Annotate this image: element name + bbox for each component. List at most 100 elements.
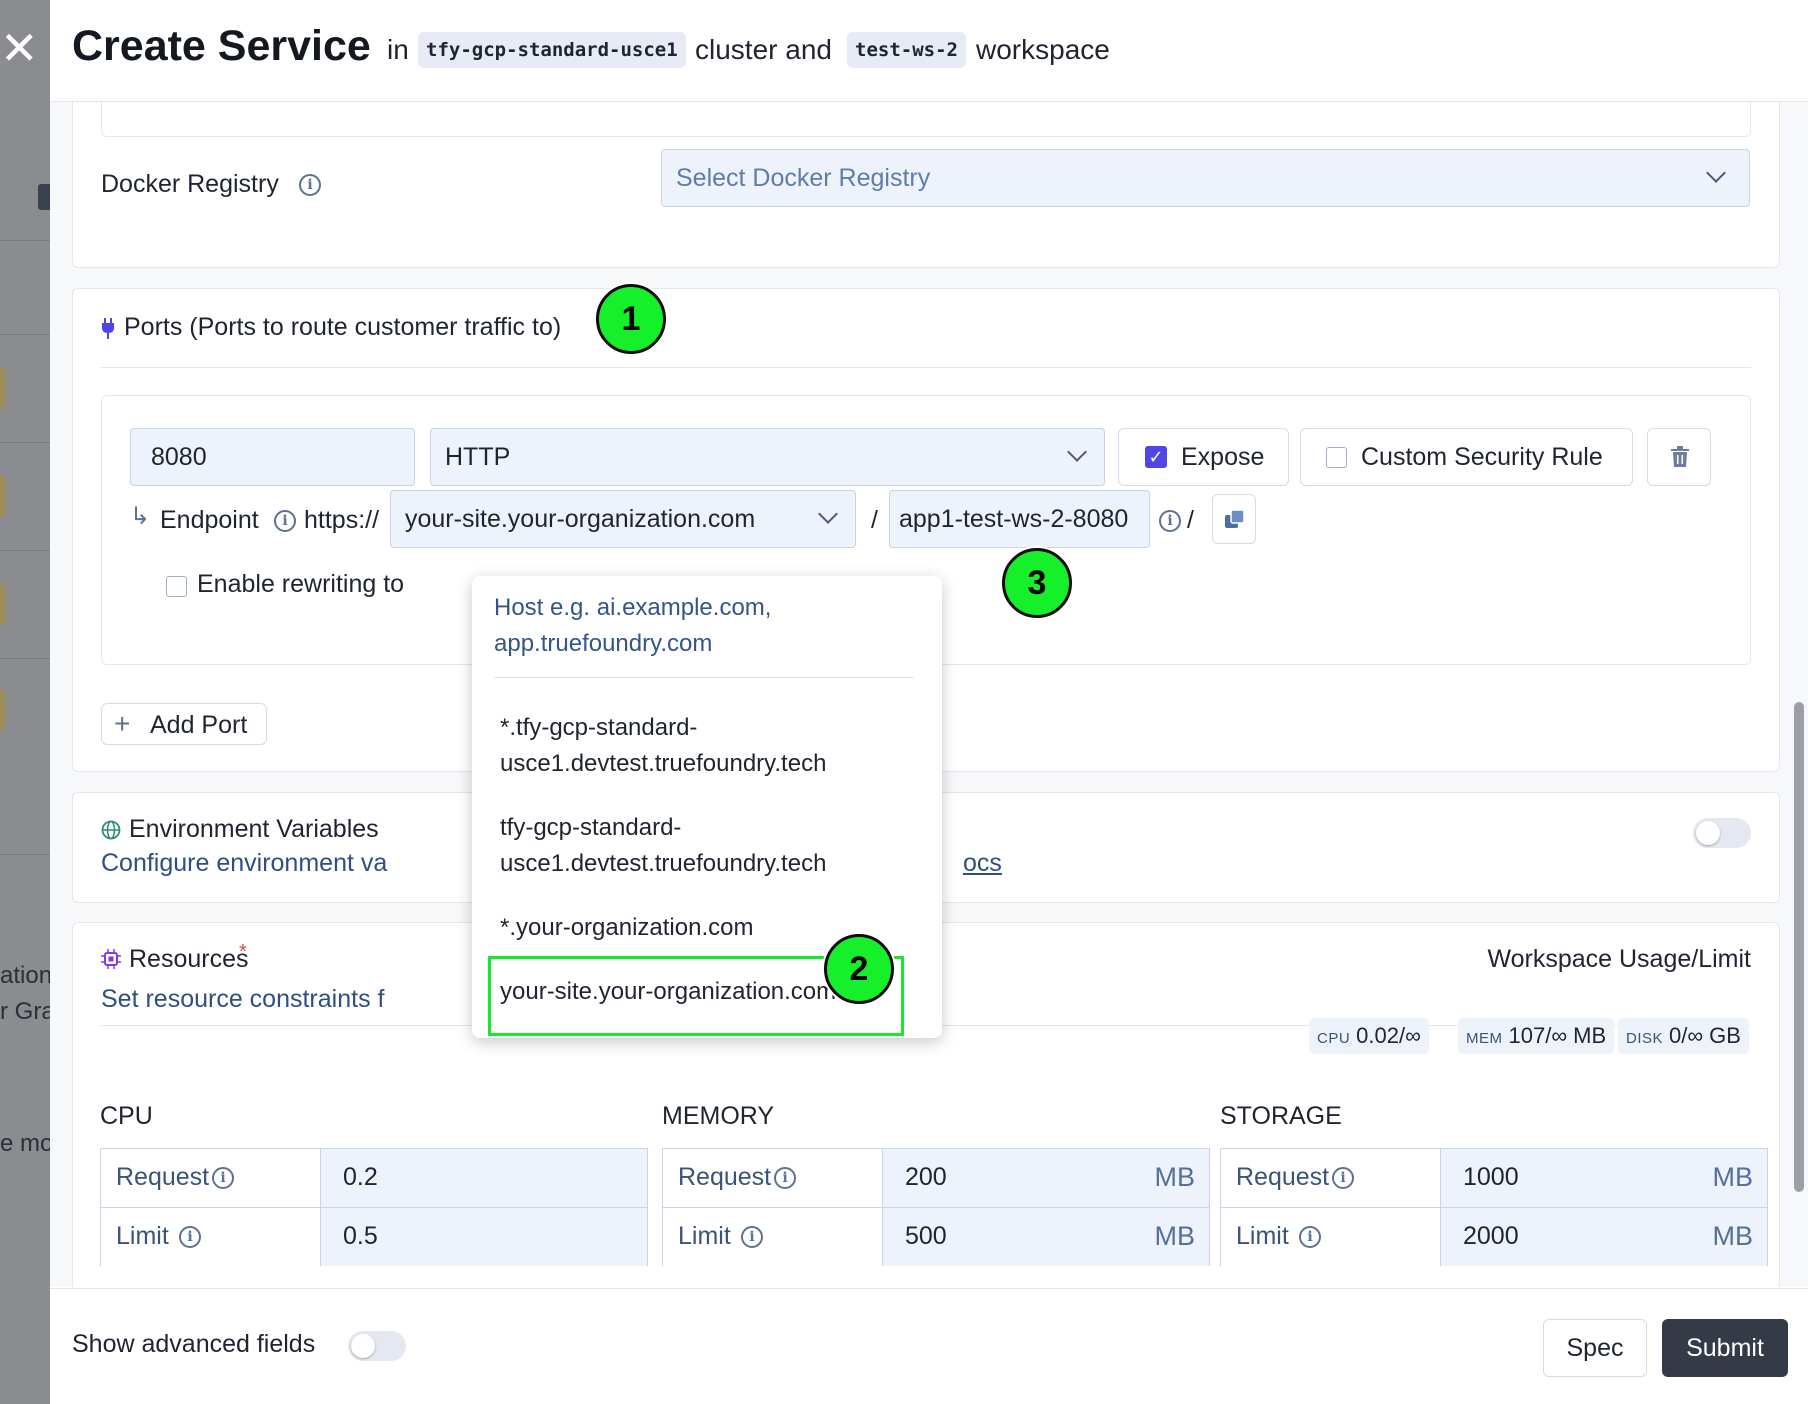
docker-registry-select[interactable]: Select Docker Registry [661, 149, 1750, 207]
memory-request-unit: MB [1154, 1162, 1196, 1192]
resources-description: Set resource constraints f [101, 985, 385, 1013]
copy-icon [1225, 509, 1245, 528]
host-option[interactable]: tfy-gcp-standard-usce1.devtest.truefound… [500, 810, 920, 882]
info-icon[interactable]: i [774, 1167, 796, 1189]
close-icon[interactable]: ✕ [0, 25, 39, 71]
info-icon[interactable]: i [299, 174, 321, 196]
protocol-value: HTTP [445, 443, 511, 471]
protocol-select[interactable]: HTTP [430, 428, 1105, 486]
add-port-button[interactable]: + Add Port [101, 703, 267, 745]
storage-limit-unit: MB [1712, 1221, 1754, 1251]
trash-icon [1671, 446, 1689, 467]
background-icon [38, 184, 50, 210]
usage-value: 107/∞ MB [1508, 1023, 1607, 1048]
background-chip [0, 584, 6, 624]
form-scroll-area[interactable]: Docker Registry i Select Docker Registry… [50, 102, 1808, 1287]
storage-limit-label: Limit [1236, 1222, 1289, 1250]
background-text: ation [0, 962, 53, 989]
host-select[interactable]: your-site.your-organization.com [390, 490, 856, 548]
scrollbar[interactable] [1794, 702, 1804, 1192]
memory-request-value: 200 [905, 1163, 947, 1191]
info-icon[interactable]: i [212, 1167, 234, 1189]
usage-key: DISK [1626, 1030, 1664, 1047]
checkbox-icon [1326, 447, 1347, 468]
advanced-fields-toggle[interactable] [348, 1331, 406, 1361]
host-search-placeholder[interactable]: Host e.g. ai.example.com, app.truefoundr… [494, 590, 914, 662]
storage-limit-value: 2000 [1463, 1222, 1519, 1250]
plus-icon: + [114, 708, 131, 739]
storage-request-value: 1000 [1463, 1163, 1519, 1191]
expose-checkbox[interactable]: ✓ Expose [1118, 428, 1289, 486]
usage-value: 0/∞ GB [1669, 1023, 1741, 1048]
storage-group-title: STORAGE [1220, 1102, 1342, 1130]
custom-security-rule-checkbox[interactable]: Custom Security Rule [1300, 428, 1633, 486]
storage-request-unit: MB [1712, 1162, 1754, 1192]
env-vars-title: Environment Variables [129, 815, 379, 843]
cpu-limit-input[interactable]: 0.5 [321, 1208, 647, 1266]
storage-limit-label-cell: Limit i [1221, 1208, 1441, 1266]
path-separator: / [871, 506, 878, 534]
info-icon[interactable]: i [274, 510, 296, 532]
cpu-request-value: 0.2 [343, 1163, 378, 1191]
memory-limit-label: Limit [678, 1222, 731, 1250]
memory-limit-input[interactable]: 500 MB [883, 1208, 1209, 1266]
env-vars-docs-link[interactable]: ocs [963, 849, 1002, 878]
path-input[interactable]: app1-test-ws-2-8080 [889, 490, 1150, 548]
endpoint-label: Endpoint [160, 506, 259, 534]
custom-security-label: Custom Security Rule [1361, 443, 1603, 471]
env-vars-description: Configure environment va [101, 849, 388, 877]
info-icon[interactable]: i [1159, 510, 1181, 532]
divider [494, 677, 914, 678]
endpoint-prefix: https:// [304, 506, 380, 534]
cluster-chip: tfy-gcp-standard-usce1 [418, 32, 686, 68]
cpu-limit-label: Limit [116, 1222, 169, 1250]
chip-icon [101, 949, 121, 969]
step-marker-1: 1 [596, 284, 666, 354]
rewrite-label: Enable rewriting to [197, 570, 405, 598]
background-text: e mo [0, 1130, 54, 1157]
env-vars-toggle[interactable] [1693, 818, 1751, 848]
arrow-subdirectory-icon: ↳ [130, 503, 151, 530]
background-chip [0, 690, 6, 730]
create-service-modal: Create Service in tfy-gcp-standard-usce1… [50, 0, 1808, 1404]
memory-request-input[interactable]: 200 MB [883, 1149, 1209, 1207]
spec-button[interactable]: Spec [1543, 1319, 1647, 1377]
path-trailing-slash: / [1187, 506, 1194, 534]
info-icon[interactable]: i [179, 1226, 201, 1248]
image-settings-card: Docker Registry i Select Docker Registry [72, 102, 1780, 268]
expose-label: Expose [1181, 443, 1265, 471]
delete-port-button[interactable] [1647, 428, 1711, 486]
storage-limit-input[interactable]: 2000 MB [1441, 1208, 1767, 1266]
background-text: r Gra [0, 998, 55, 1025]
cpu-request-label: Request [116, 1163, 210, 1191]
host-selected-value: your-site.your-organization.com [405, 505, 756, 533]
copy-endpoint-button[interactable] [1212, 494, 1256, 544]
usage-cpu-badge: CPU 0.02/∞ [1309, 1018, 1429, 1054]
ports-title: Ports (Ports to route customer traffic t… [124, 313, 562, 341]
usage-key: MEM [1466, 1030, 1503, 1047]
rewrite-checkbox[interactable] [166, 576, 187, 597]
submit-button[interactable]: Submit [1662, 1319, 1788, 1377]
usage-disk-badge: DISK 0/∞ GB [1618, 1018, 1749, 1054]
info-icon[interactable]: i [1332, 1167, 1354, 1189]
cpu-group-title: CPU [100, 1102, 153, 1130]
path-value: app1-test-ws-2-8080 [899, 505, 1129, 533]
workspace-chip: test-ws-2 [847, 32, 966, 68]
plug-icon [102, 318, 114, 339]
memory-request-label: Request [678, 1163, 772, 1191]
header-cluster-text: cluster and [695, 34, 832, 65]
background-page: ation r Gra e mo [0, 0, 55, 1404]
info-icon[interactable]: i [1299, 1226, 1321, 1248]
globe-icon [101, 820, 121, 840]
storage-request-label-cell: Request i [1221, 1149, 1441, 1207]
port-number-input[interactable]: 8080 [130, 428, 415, 486]
cpu-request-input[interactable]: 0.2 [321, 1149, 647, 1207]
info-icon[interactable]: i [741, 1226, 763, 1248]
host-option[interactable]: *.tfy-gcp-standard-usce1.devtest.truefou… [500, 710, 920, 782]
chevron-down-icon [1706, 163, 1726, 183]
modal-footer: Show advanced fields Spec Submit [50, 1288, 1808, 1404]
checkbox-checked-icon: ✓ [1145, 446, 1167, 468]
header-workspace-text: workspace [976, 34, 1110, 65]
storage-request-input[interactable]: 1000 MB [1441, 1149, 1767, 1207]
memory-request-label-cell: Request i [663, 1149, 883, 1207]
